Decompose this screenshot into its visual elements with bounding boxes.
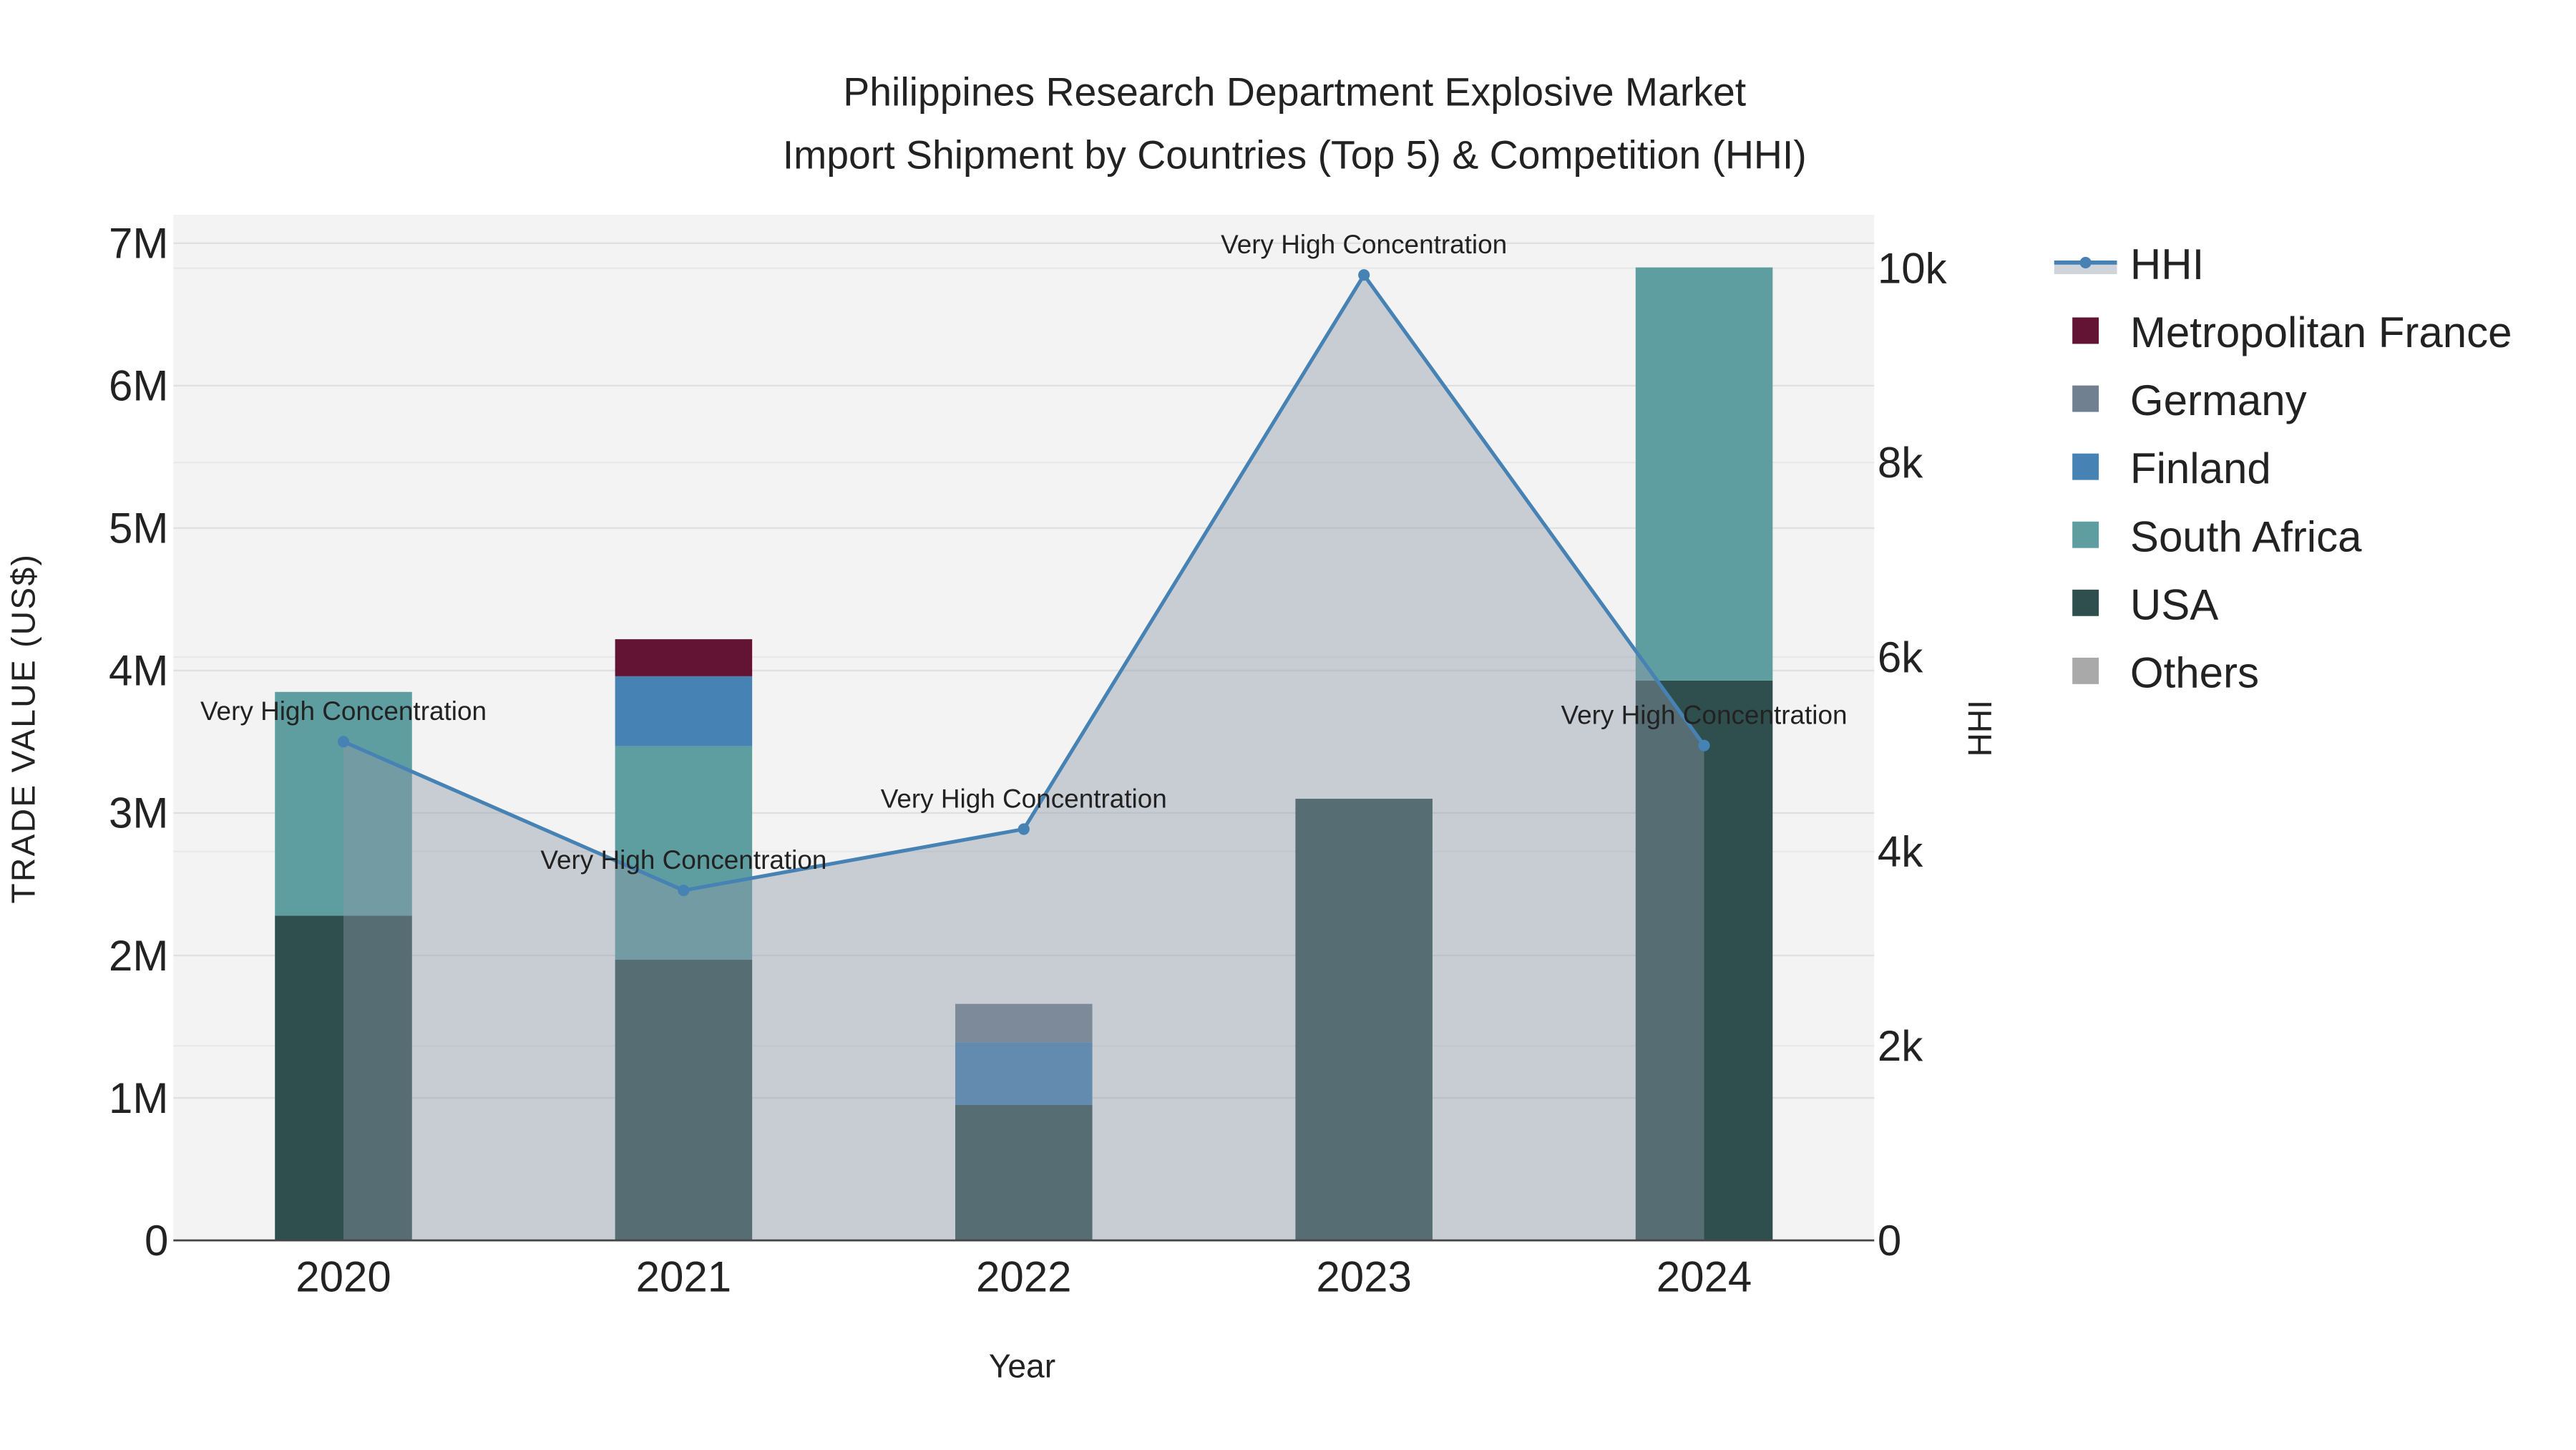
- y-tick-label: 0: [145, 1217, 168, 1265]
- bar-finland-2021: [615, 676, 753, 746]
- x-tick-label: 2023: [1316, 1253, 1411, 1301]
- legend-hhi-marker-icon: [2079, 256, 2092, 269]
- hhi-point: [1358, 269, 1370, 281]
- hhi-annotation: Very High Concentration: [1561, 701, 1848, 730]
- y2-tick-label: 8k: [1878, 439, 1923, 487]
- y2-tick-label: 4k: [1878, 828, 1923, 876]
- hhi-point: [337, 736, 350, 748]
- y2-tick-label: 2k: [1878, 1022, 1923, 1070]
- legend-item-hhi[interactable]: HHI: [2130, 240, 2204, 288]
- y-axis-title: TRADE VALUE (US$): [4, 553, 42, 904]
- chart-title-line2: Import Shipment by Countries (Top 5) & C…: [783, 132, 1807, 177]
- y-tick-label: 7M: [109, 220, 168, 268]
- legend-swatch: [2072, 521, 2099, 548]
- y2-axis-title: HHI: [1961, 700, 1999, 756]
- legend-item-metropolitan-france[interactable]: Metropolitan France: [2130, 308, 2512, 356]
- y-tick-label: 6M: [109, 362, 168, 410]
- legend-item-others[interactable]: Others: [2130, 648, 2259, 696]
- x-axis-title: Year: [989, 1348, 1055, 1385]
- x-tick-label: 2020: [296, 1253, 391, 1301]
- legend-swatch: [2072, 317, 2099, 344]
- chart-svg: Philippines Research Department Explosiv…: [4, 70, 2512, 1385]
- x-tick-label: 2021: [636, 1253, 731, 1301]
- y-tick-label: 2M: [109, 932, 168, 980]
- x-tick-label: 2024: [1657, 1253, 1752, 1301]
- chart-title-line1: Philippines Research Department Explosiv…: [843, 70, 1746, 115]
- y2-tick-label: 6k: [1878, 633, 1923, 681]
- hhi-point: [1018, 823, 1030, 835]
- y-tick-label: 3M: [109, 789, 168, 837]
- legend-item-germany[interactable]: Germany: [2130, 376, 2307, 424]
- hhi-point: [678, 884, 690, 897]
- y-tick-label: 5M: [109, 505, 168, 553]
- bar-south-africa-2024: [1635, 267, 1773, 681]
- bar-metropolitan-france-2021: [615, 639, 753, 676]
- hhi-annotation: Very High Concentration: [881, 784, 1167, 813]
- legend-swatch: [2072, 453, 2099, 480]
- legend-item-finland[interactable]: Finland: [2130, 444, 2271, 492]
- hhi-annotation: Very High Concentration: [200, 696, 487, 726]
- hhi-annotation: Very High Concentration: [1221, 230, 1507, 259]
- legend-item-usa[interactable]: USA: [2130, 580, 2218, 628]
- x-tick-label: 2022: [976, 1253, 1071, 1301]
- legend-item-south-africa[interactable]: South Africa: [2130, 512, 2362, 560]
- y2-tick-label: 10k: [1878, 244, 1948, 292]
- y-tick-label: 1M: [109, 1074, 168, 1122]
- y-tick-label: 4M: [109, 647, 168, 695]
- legend-swatch: [2072, 385, 2099, 412]
- hhi-annotation: Very High Concentration: [540, 845, 826, 875]
- legend-swatch: [2072, 589, 2099, 616]
- chart: Philippines Research Department Explosiv…: [0, 0, 2576, 1450]
- y2-tick-label: 0: [1878, 1217, 1901, 1265]
- hhi-point: [1698, 739, 1710, 751]
- legend-swatch: [2072, 657, 2099, 684]
